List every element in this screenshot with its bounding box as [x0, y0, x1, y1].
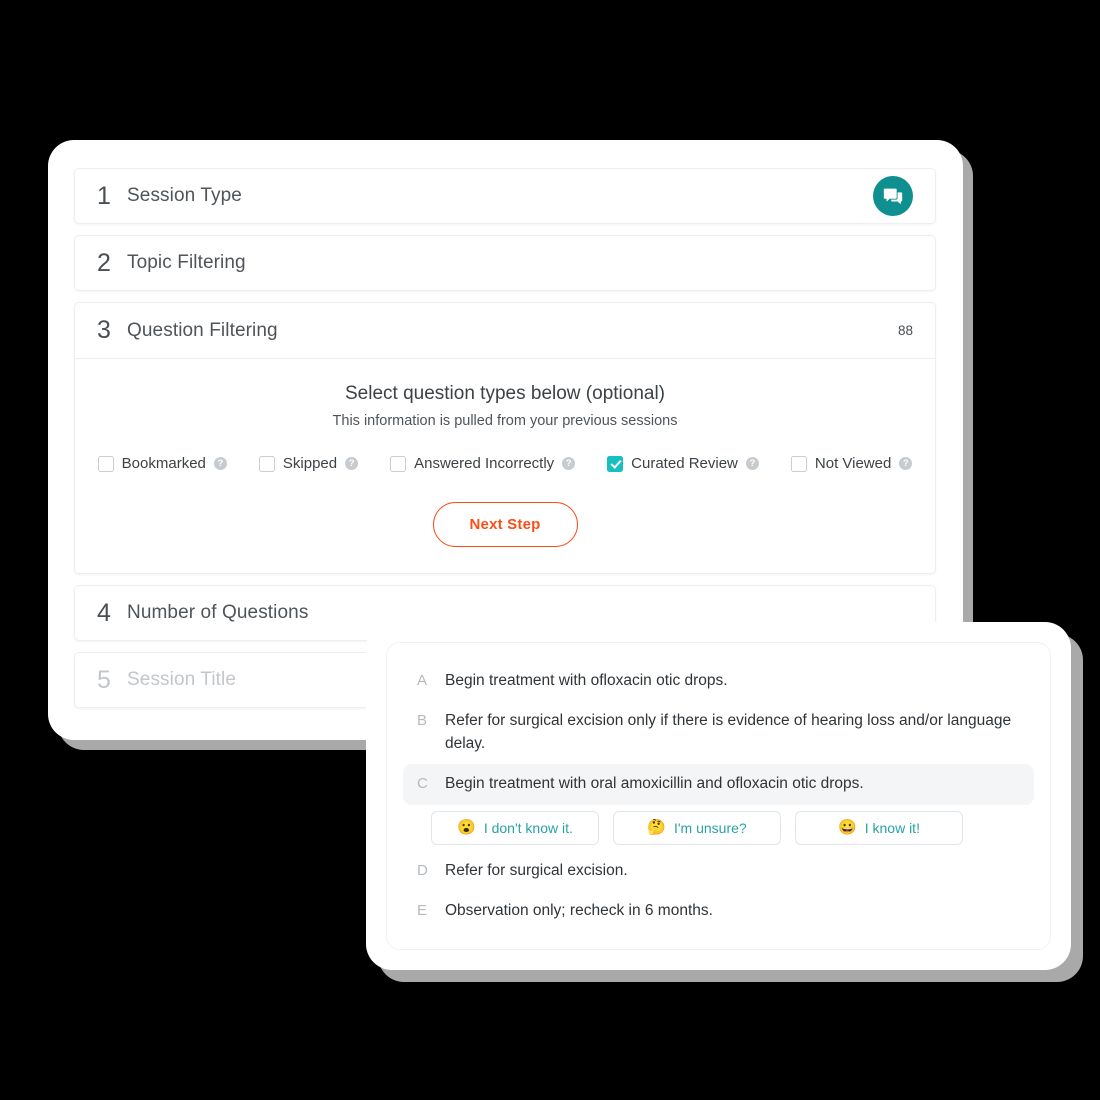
answer-letter-c: C	[417, 775, 428, 793]
confidence-dont-know-button[interactable]: 😮 I don't know it.	[431, 810, 599, 845]
question-filtering-panel: 3 Question Filtering 88 Select question …	[74, 302, 936, 574]
answer-text-e: Observation only; recheck in 6 months.	[445, 902, 713, 920]
answer-text-d: Refer for surgical excision.	[445, 861, 628, 879]
sidebar-item-topic-filtering[interactable]: 2 Topic Filtering	[74, 235, 936, 291]
step-number-3: 3	[97, 316, 111, 344]
step-label-number-of-questions: Number of Questions	[127, 602, 309, 623]
filter-label-skipped: Skipped	[282, 455, 338, 472]
face-with-open-mouth-icon: 😮	[457, 819, 476, 837]
answer-option-e[interactable]: E Observation only; recheck in 6 months.	[403, 891, 1034, 931]
step-number-4: 4	[97, 598, 111, 627]
filter-answered-incorrectly[interactable]: Answered Incorrectly ?	[390, 455, 576, 472]
filter-bookmarked[interactable]: Bookmarked ?	[97, 455, 227, 472]
sidebar-item-session-type[interactable]: 1 Session Type	[74, 168, 936, 224]
answer-text-b: Refer for surgical excision only if ther…	[445, 712, 1012, 752]
confidence-unsure-label: I'm unsure?	[673, 819, 747, 836]
answer-text-a: Begin treatment with ofloxacin otic drop…	[445, 672, 728, 689]
help-icon-curated-review[interactable]: ?	[745, 457, 759, 470]
help-icon-answered-incorrectly[interactable]: ?	[562, 457, 576, 470]
confidence-unsure-button[interactable]: 🤔 I'm unsure?	[613, 810, 781, 845]
answer-option-b[interactable]: B Refer for surgical excision only if th…	[403, 701, 1034, 764]
answer-letter-d: D	[417, 861, 428, 879]
screenshot-stage: 1 Session Type 2 Topic Filtering 3 Quest…	[0, 0, 1100, 1100]
filter-label-curated-review: Curated Review	[631, 455, 738, 472]
panel-subtitle: This information is pulled from your pre…	[332, 413, 678, 429]
step-label-session-type: Session Type	[127, 185, 242, 206]
step-number-2: 2	[97, 248, 111, 277]
help-icon-skipped[interactable]: ?	[345, 457, 359, 470]
filter-label-bookmarked: Bookmarked	[121, 455, 206, 472]
confidence-know-it-label: I know it!	[864, 819, 920, 836]
step-label-topic-filtering: Topic Filtering	[127, 252, 246, 273]
answer-option-c[interactable]: C Begin treatment with oral amoxicillin …	[403, 764, 1034, 805]
filter-not-viewed[interactable]: Not Viewed ?	[790, 455, 913, 472]
question-filtering-header[interactable]: 3 Question Filtering 88	[75, 303, 935, 359]
answer-choices-list: A Begin treatment with ofloxacin otic dr…	[386, 642, 1051, 950]
panel-title: Select question types below (optional)	[344, 383, 666, 404]
checkbox-skipped[interactable]	[258, 455, 275, 472]
answer-letter-a: A	[417, 672, 428, 689]
checkbox-bookmarked[interactable]	[97, 455, 114, 472]
answer-option-d[interactable]: D Refer for surgical excision.	[403, 851, 1034, 891]
question-count-badge: 88	[897, 323, 913, 338]
checkbox-curated-review[interactable]	[607, 455, 624, 472]
question-preview-card: A Begin treatment with ofloxacin otic dr…	[366, 622, 1071, 970]
step-label-question-filtering: Question Filtering	[127, 319, 278, 341]
help-icon-not-viewed[interactable]: ?	[899, 457, 913, 470]
question-filtering-body: Select question types below (optional) T…	[75, 359, 935, 573]
grinning-face-icon: 😀	[838, 819, 857, 837]
filter-label-not-viewed: Not Viewed	[814, 455, 892, 472]
checkbox-answered-incorrectly[interactable]	[390, 455, 407, 472]
confidence-rating-row: 😮 I don't know it. 🤔 I'm unsure? 😀 I kno…	[403, 805, 1034, 851]
question-type-filter-row: Bookmarked ? Skipped ? Answered Incorrec…	[97, 455, 913, 472]
checkbox-not-viewed[interactable]	[790, 455, 807, 472]
filter-curated-review[interactable]: Curated Review ?	[607, 455, 759, 472]
answer-option-a[interactable]: A Begin treatment with ofloxacin otic dr…	[403, 661, 1034, 701]
step-number-5: 5	[97, 665, 111, 694]
answer-letter-b: B	[417, 712, 428, 730]
confidence-dont-know-label: I don't know it.	[483, 819, 573, 836]
answer-letter-e: E	[417, 902, 428, 920]
filter-label-answered-incorrectly: Answered Incorrectly	[414, 455, 555, 472]
forum-icon[interactable]	[873, 176, 913, 216]
thinking-face-icon: 🤔	[647, 819, 666, 837]
step-label-session-title: Session Title	[127, 669, 237, 690]
help-icon-bookmarked[interactable]: ?	[213, 457, 227, 470]
filter-skipped[interactable]: Skipped ?	[258, 455, 359, 472]
step-number-1: 1	[97, 181, 111, 210]
confidence-know-it-button[interactable]: 😀 I know it!	[795, 810, 963, 845]
next-step-button[interactable]: Next Step	[432, 502, 578, 547]
answer-text-c: Begin treatment with oral amoxicillin an…	[445, 775, 864, 793]
